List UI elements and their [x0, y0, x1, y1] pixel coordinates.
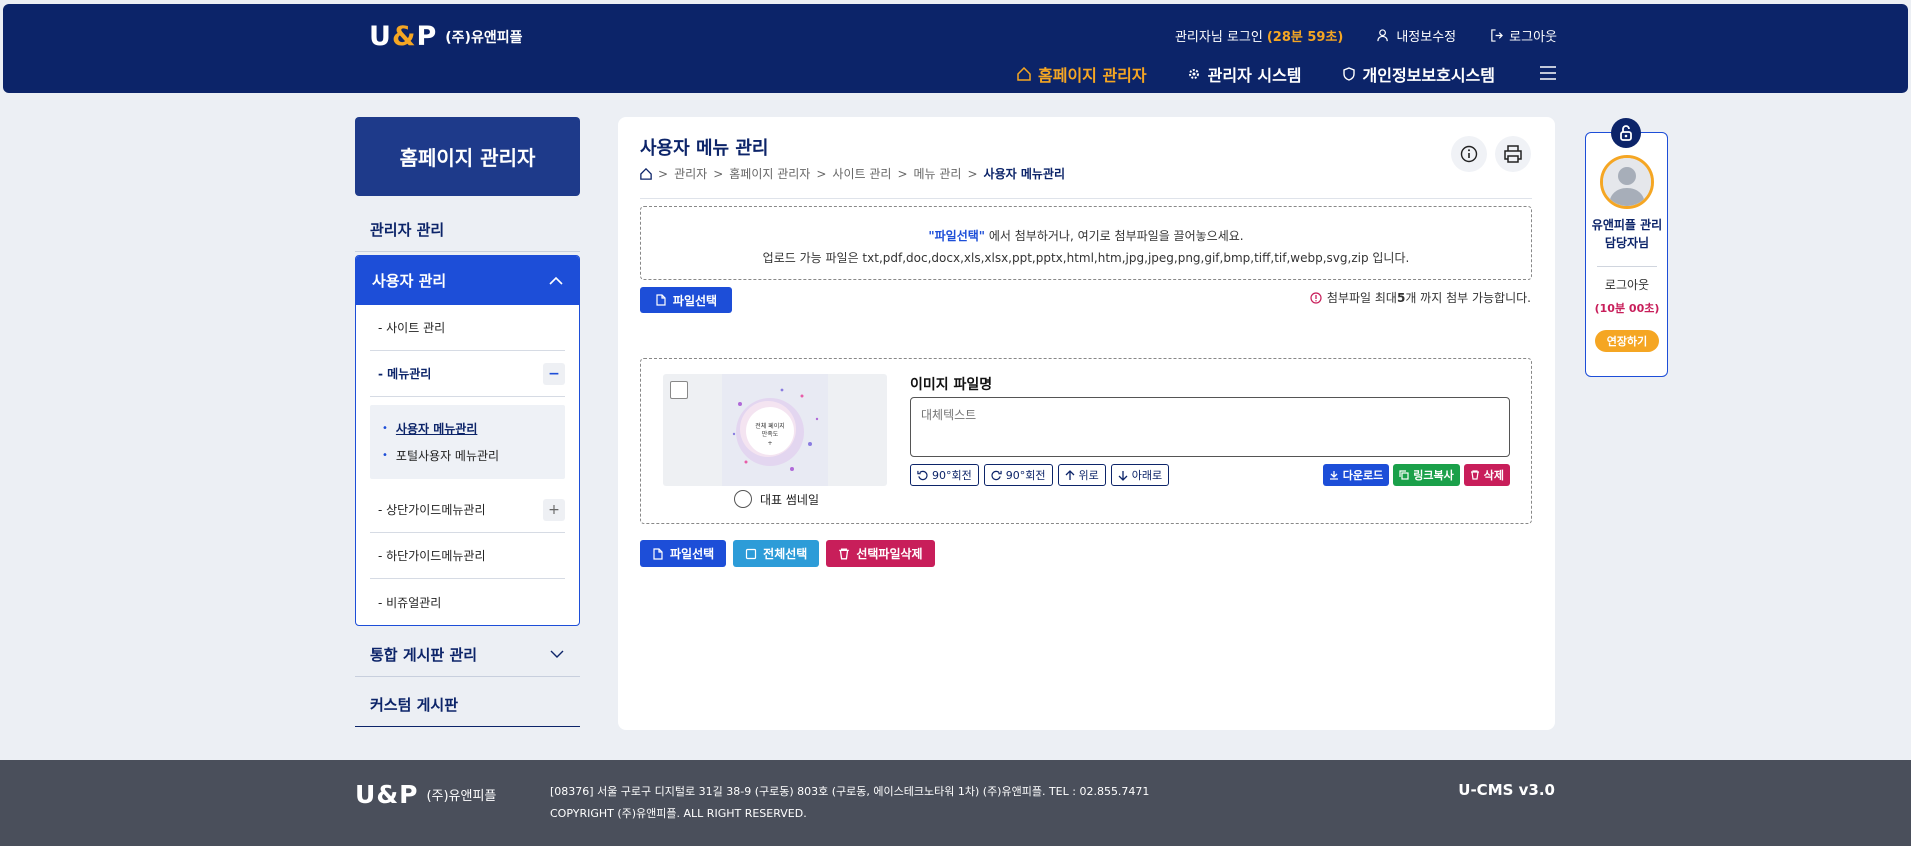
breadcrumb-current: 사용자 메뉴관리	[983, 167, 1066, 181]
image-tools: 90°회전 90°회전 위로 아래로	[910, 464, 1174, 486]
alt-text-input[interactable]	[910, 397, 1510, 457]
file-name-label: 이미지 파일명	[910, 377, 993, 393]
shield-icon	[1342, 67, 1355, 81]
logout-link[interactable]: 로그아웃	[1490, 26, 1557, 45]
delete-button[interactable]: 삭제	[1463, 464, 1510, 486]
delete-selected-button[interactable]: 선택파일삭제	[826, 540, 935, 567]
move-up-button[interactable]: 위로	[1057, 464, 1106, 486]
file-dropzone[interactable]: "파일선택" 에서 첨부하거나, 여기로 첨부파일을 끌어놓으세요. 업로드 가…	[640, 206, 1532, 280]
rep-thumbnail-radio[interactable]: 대표 썸네일	[734, 490, 819, 508]
download-button[interactable]: 다운로드	[1322, 464, 1390, 486]
divider	[640, 198, 1532, 199]
info-icon	[1460, 145, 1478, 163]
sidebar-item-portal-menu[interactable]: 포털사용자 메뉴관리	[380, 442, 555, 469]
sidebar-title: 홈페이지 관리자	[355, 117, 580, 196]
thumbnail-text: 만족도	[762, 430, 779, 438]
trash-icon	[839, 548, 850, 559]
move-down-button[interactable]: 아래로	[1110, 464, 1170, 486]
file-actions: 다운로드 링크복사 삭제	[1319, 464, 1510, 486]
logo[interactable]: U&P (주)유앤피플	[369, 21, 522, 52]
footer-address: [08376] 서울 구로구 디지털로 31길 38-9 (구로동) 803호 …	[550, 785, 1150, 820]
main-nav: 홈페이지 관리자 관리자 시스템 개인정보보호시스템	[977, 62, 1557, 86]
menu-hamburger-icon[interactable]	[1539, 65, 1557, 84]
download-icon	[1329, 471, 1338, 480]
avatar	[1600, 155, 1654, 209]
file-icon	[656, 294, 666, 306]
session-timer: (28분 59초)	[1266, 30, 1344, 45]
file-select-button[interactable]: 파일선택	[640, 287, 732, 313]
login-status: 관리자님 로그인	[1174, 30, 1263, 45]
sidebar-item-site[interactable]: - 사이트 관리	[370, 305, 565, 351]
unlock-icon	[1611, 118, 1641, 148]
file-checkbox[interactable]	[670, 381, 688, 399]
gear-icon	[1188, 69, 1199, 79]
login-user-name: 유앤피플 관리담당자님	[1591, 218, 1663, 250]
logo-mark: U&P	[369, 21, 438, 52]
footer-version: U-CMS v3.0	[1458, 781, 1555, 799]
extend-session-button[interactable]: 연장하기	[1595, 330, 1659, 352]
print-icon	[1504, 145, 1522, 163]
arrow-up-icon	[1065, 469, 1074, 480]
top-utility: 관리자님 로그인 (28분 59초) 내정보수정 로그아웃	[1175, 26, 1557, 45]
menu-submenu: 사용자 메뉴관리 포털사용자 메뉴관리	[370, 405, 565, 479]
widget-session-timer: (10분 00초)	[1594, 302, 1660, 315]
sidebar-item-board-mgmt[interactable]: 통합 게시판 관리	[355, 633, 580, 677]
info-button[interactable]	[1451, 136, 1487, 172]
select-all-button[interactable]: 전체선택	[733, 540, 820, 567]
sidebar-item-top-guide[interactable]: - 상단가이드메뉴관리 +	[370, 487, 565, 533]
copy-link-button[interactable]: 링크복사	[1393, 464, 1460, 486]
trash-icon	[1470, 470, 1479, 480]
company-name: (주)유앤피플	[445, 29, 523, 46]
breadcrumb: > 관리자 > 홈페이지 관리자 > 사이트 관리 > 메뉴 관리 > 사용자 메뉴관리	[640, 165, 1065, 182]
sidebar-item-admin-mgmt[interactable]: 관리자 관리	[355, 208, 580, 252]
copy-icon	[1399, 470, 1409, 480]
thumbnail-text: 전체 페이지	[755, 422, 785, 430]
divider	[1597, 266, 1657, 267]
breadcrumb-item[interactable]: 메뉴 관리	[914, 165, 962, 182]
thumbnail-image: 전체 페이지 만족도 +	[722, 374, 828, 486]
breadcrumb-item[interactable]: 사이트 관리	[832, 165, 891, 182]
sidebar-item-bottom-guide[interactable]: - 하단가이드메뉴관리	[370, 533, 565, 579]
footer-logo-mark: U&P	[355, 780, 419, 809]
collapse-minus-icon[interactable]: −	[543, 362, 565, 385]
sidebar-user-mgmt-head[interactable]: 사용자 관리	[356, 256, 579, 305]
logout-icon	[1491, 29, 1504, 42]
file-icon	[653, 547, 663, 560]
print-button[interactable]	[1495, 136, 1531, 172]
sidebar-item-visual[interactable]: - 비쥬얼관리	[370, 579, 565, 625]
bottom-actions: 파일선택 전체선택 선택파일삭제	[640, 540, 942, 567]
rotate-right-button[interactable]: 90°회전	[983, 464, 1053, 486]
home-icon	[1017, 67, 1031, 81]
breadcrumb-item[interactable]: 관리자	[674, 165, 707, 182]
sidebar-item-custom-board[interactable]: 커스텀 게시판	[355, 683, 580, 727]
user-edit-icon	[1377, 29, 1389, 42]
alert-icon	[1310, 291, 1322, 304]
checkbox-icon	[746, 548, 757, 559]
rotate-left-button[interactable]: 90°회전	[910, 464, 979, 486]
header-bar	[3, 4, 1908, 93]
my-info-link[interactable]: 내정보수정	[1377, 26, 1456, 45]
chevron-up-icon	[549, 276, 563, 285]
radio-button[interactable]	[734, 490, 752, 508]
widget-logout-link[interactable]: 로그아웃	[1590, 276, 1664, 293]
home-icon[interactable]	[640, 167, 652, 180]
file-select-button-bottom[interactable]: 파일선택	[640, 540, 727, 567]
footer-logo: U&P (주)유앤피플	[355, 780, 496, 809]
nav-admin-system[interactable]: 관리자 시스템	[1187, 62, 1302, 86]
rotate-left-icon	[917, 470, 928, 480]
sidebar-item-menu[interactable]: - 메뉴관리 −	[370, 351, 565, 397]
nav-privacy-system[interactable]: 개인정보보호시스템	[1342, 62, 1495, 86]
sidebar-item-user-menu[interactable]: 사용자 메뉴관리	[380, 415, 555, 442]
attachment-limit-note: 첨부파일 최대 5개 까지 첨부 가능합니다.	[1310, 289, 1531, 306]
nav-homepage-admin[interactable]: 홈페이지 관리자	[1017, 62, 1147, 86]
chevron-down-icon	[550, 650, 564, 658]
page-title: 사용자 메뉴 관리	[640, 138, 769, 159]
rotate-right-icon	[991, 470, 1002, 480]
sidebar-item-user-mgmt: 사용자 관리 - 사이트 관리 - 메뉴관리 − 사용자 메뉴관리 포털사용자 …	[355, 255, 580, 626]
footer-company: (주)유앤피플	[426, 789, 497, 804]
expand-plus-icon[interactable]: +	[543, 498, 565, 521]
breadcrumb-item[interactable]: 홈페이지 관리자	[729, 165, 810, 182]
thumbnail-text: +	[767, 440, 772, 447]
arrow-down-icon	[1118, 470, 1128, 481]
